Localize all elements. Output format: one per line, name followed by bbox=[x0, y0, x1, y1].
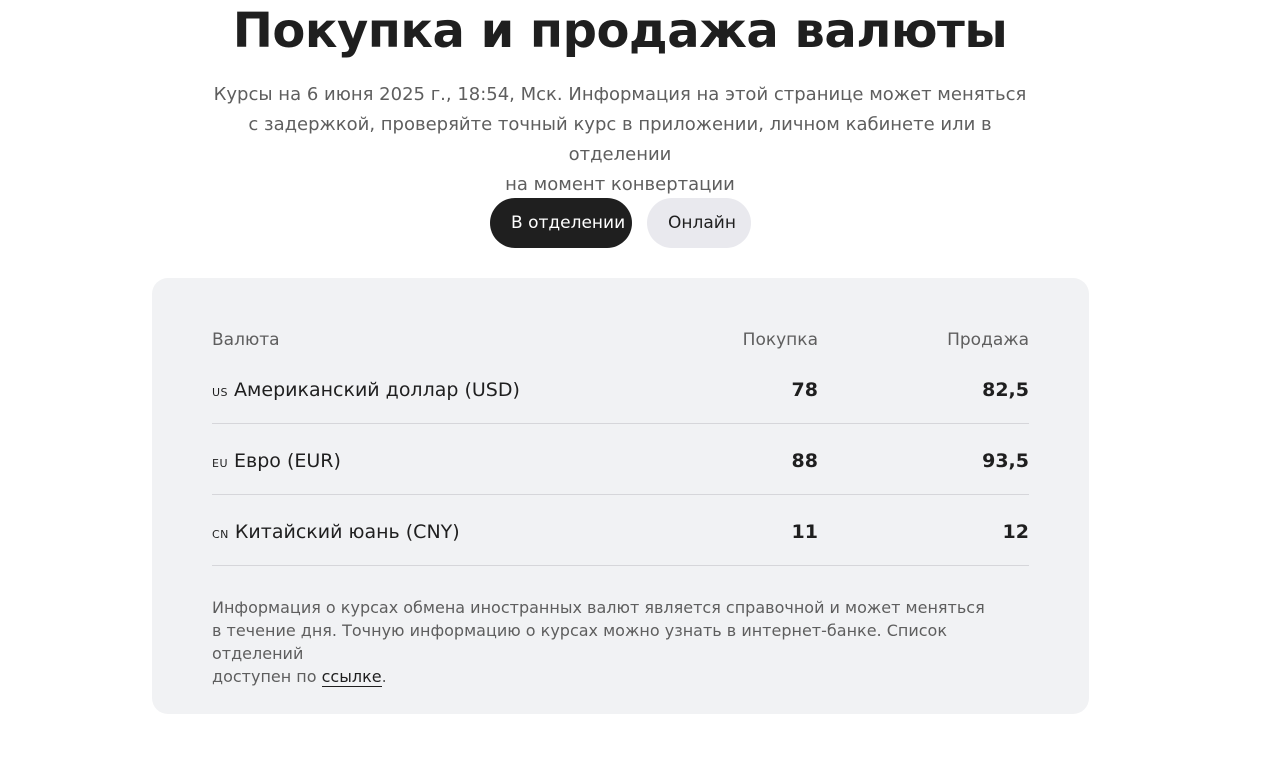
currency-name: Американский доллар (USD) bbox=[234, 379, 520, 401]
sell-rate: 82,5 bbox=[982, 379, 1029, 401]
cn-flag-icon: cn bbox=[212, 524, 229, 542]
branches-link[interactable]: ссылке bbox=[321, 667, 382, 687]
subtitle-line: с задержкой, проверяйте точный курс в пр… bbox=[248, 114, 992, 165]
buy-rate: 78 bbox=[791, 379, 818, 401]
exchange-mode-tabs: В отделении Онлайн bbox=[490, 198, 751, 248]
currency-name-cell: cn Китайский юань (CNY) bbox=[212, 521, 460, 543]
currency-name: Евро (EUR) bbox=[234, 450, 341, 472]
page-title: Покупка и продажа валюты bbox=[232, 3, 1008, 59]
column-header-currency: Валюта bbox=[212, 330, 280, 350]
eu-flag-icon: eu bbox=[212, 453, 229, 471]
disclaimer-line: доступен по ссылке. bbox=[212, 665, 1032, 688]
currency-name: Китайский юань (CNY) bbox=[234, 521, 460, 543]
tab-branch[interactable]: В отделении bbox=[490, 198, 632, 248]
rates-table-header: Валюта Покупка Продажа bbox=[212, 328, 1029, 356]
table-row: eu Евро (EUR) 88 93,5 bbox=[212, 424, 1029, 495]
us-flag-icon: us bbox=[212, 382, 229, 400]
sell-rate: 12 bbox=[1002, 521, 1029, 543]
rates-card: Валюта Покупка Продажа us Американский до… bbox=[152, 278, 1089, 714]
disclaimer-prefix: доступен по bbox=[212, 667, 322, 686]
rates-table: Валюта Покупка Продажа us Американский до… bbox=[212, 328, 1029, 566]
rates-disclaimer: Информация о курсах обмена иностранных в… bbox=[212, 596, 1032, 688]
sell-rate: 93,5 bbox=[982, 450, 1029, 472]
column-header-buy: Покупка bbox=[742, 330, 818, 350]
buy-rate: 88 bbox=[791, 450, 818, 472]
rates-subtitle: Курсы на 6 июня 2025 г., 18:54, Мск. Инф… bbox=[200, 80, 1040, 200]
disclaimer-line: Информация о курсах обмена иностранных в… bbox=[212, 598, 985, 617]
currency-name-cell: eu Евро (EUR) bbox=[212, 450, 341, 472]
table-row: us Американский доллар (USD) 78 82,5 bbox=[212, 356, 1029, 424]
subtitle-line: на момент конвертации bbox=[505, 174, 735, 195]
tab-online[interactable]: Онлайн bbox=[647, 198, 751, 248]
buy-rate: 11 bbox=[791, 521, 818, 543]
column-header-sell: Продажа bbox=[947, 330, 1029, 350]
currency-name-cell: us Американский доллар (USD) bbox=[212, 379, 520, 401]
subtitle-line: Курсы на 6 июня 2025 г., 18:54, Мск. Инф… bbox=[213, 84, 1027, 105]
disclaimer-line: в течение дня. Точную информацию о курса… bbox=[212, 621, 947, 663]
table-row: cn Китайский юань (CNY) 11 12 bbox=[212, 495, 1029, 566]
disclaimer-suffix: . bbox=[381, 667, 387, 686]
